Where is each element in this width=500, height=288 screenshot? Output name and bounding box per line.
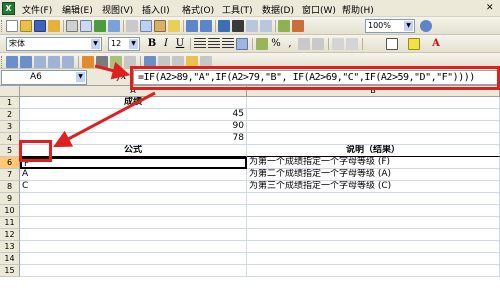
arrow-to-cell (53, 91, 156, 148)
arrow-to-formula (94, 61, 131, 80)
annotation-arrows (53, 61, 156, 148)
